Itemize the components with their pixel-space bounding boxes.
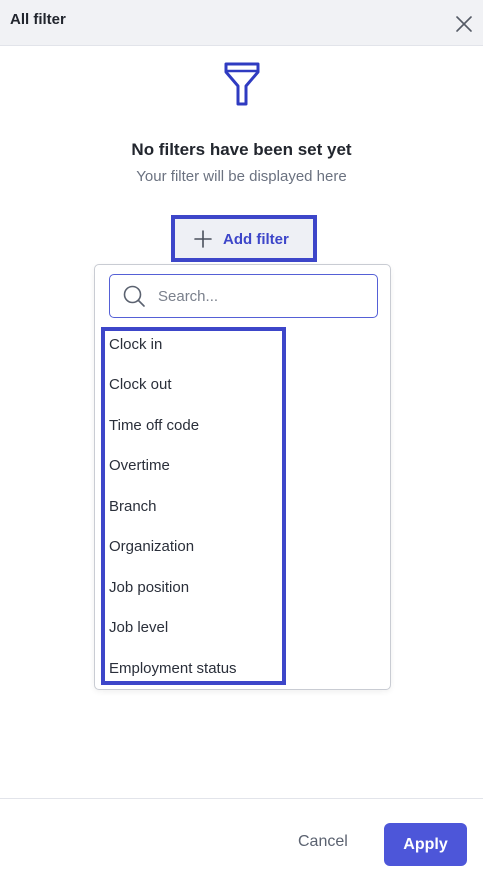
- panel-header: All filter: [0, 0, 483, 46]
- search-input[interactable]: [158, 287, 358, 305]
- close-button[interactable]: [453, 13, 475, 35]
- search-icon: [123, 285, 145, 307]
- panel-footer: Cancel Apply: [0, 798, 483, 877]
- cancel-button[interactable]: Cancel: [298, 833, 348, 851]
- search-box[interactable]: [109, 274, 378, 318]
- close-icon[interactable]: [453, 13, 475, 35]
- add-filter-button[interactable]: Add filter: [171, 215, 317, 262]
- option-clock-out[interactable]: Clock out: [109, 376, 172, 393]
- panel-title: All filter: [10, 11, 66, 28]
- option-employment-status[interactable]: Employment status: [109, 660, 237, 677]
- option-job-level[interactable]: Job level: [109, 619, 168, 636]
- option-clock-in[interactable]: Clock in: [109, 336, 162, 353]
- option-organization[interactable]: Organization: [109, 538, 194, 555]
- funnel-icon: [224, 62, 259, 106]
- option-job-position[interactable]: Job position: [109, 579, 189, 596]
- option-overtime[interactable]: Overtime: [109, 457, 170, 474]
- empty-state: No filters have been set yet Your filter…: [0, 60, 483, 185]
- option-branch[interactable]: Branch: [109, 498, 157, 515]
- option-time-off-code[interactable]: Time off code: [109, 417, 199, 434]
- empty-state-subtitle: Your filter will be displayed here: [136, 168, 347, 185]
- add-filter-label: Add filter: [223, 230, 289, 248]
- empty-state-title: No filters have been set yet: [131, 140, 352, 159]
- plus-icon: [194, 230, 212, 248]
- apply-button[interactable]: Apply: [384, 823, 467, 866]
